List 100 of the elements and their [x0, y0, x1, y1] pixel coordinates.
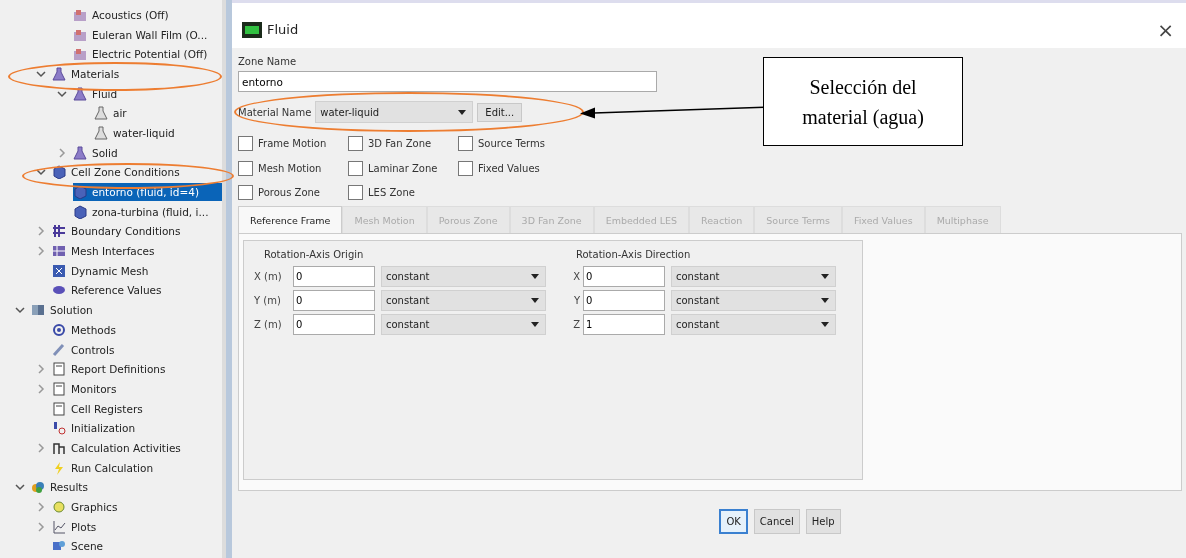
- chevron-down-icon[interactable]: [36, 167, 46, 178]
- checkbox[interactable]: [238, 136, 253, 151]
- flask-icon: [52, 66, 66, 81]
- checkbox-label: LES Zone: [368, 187, 415, 198]
- chevron-down-icon[interactable]: [15, 482, 25, 493]
- axis-label: Z (m): [254, 319, 283, 330]
- dialog-button[interactable]: Cancel: [753, 509, 800, 534]
- tree-item[interactable]: Cell Registers: [52, 399, 146, 418]
- tree-item[interactable]: Electric Potential (Off): [73, 45, 211, 64]
- document-icon: [52, 381, 66, 396]
- profile-dropdown[interactable]: constant: [381, 314, 546, 335]
- flask-icon: [94, 106, 108, 121]
- tree-item[interactable]: water-liquid: [94, 123, 178, 142]
- graphics-icon: [52, 500, 66, 515]
- tree-item[interactable]: Reference Values: [52, 281, 165, 300]
- chevron-right-icon[interactable]: [36, 502, 46, 513]
- tree-item[interactable]: Plots: [52, 517, 100, 536]
- tree-item[interactable]: Run Calculation: [52, 458, 157, 477]
- caret-icon: [821, 298, 829, 303]
- value-field[interactable]: 0: [583, 290, 665, 311]
- chevron-down-icon[interactable]: [57, 88, 67, 99]
- tree-item[interactable]: Euleran Wall Film (O...: [73, 25, 211, 44]
- tree-item[interactable]: Graphics: [52, 498, 121, 517]
- chevron-right-icon[interactable]: [36, 442, 46, 453]
- lightning-icon: [52, 460, 66, 475]
- tree-item[interactable]: Calculation Activities: [52, 438, 184, 457]
- axis-label: X: [572, 271, 580, 282]
- value-field[interactable]: 0: [293, 266, 375, 287]
- document-icon: [52, 401, 66, 416]
- profile-dropdown[interactable]: constant: [671, 266, 836, 287]
- tree-item[interactable]: Controls: [52, 340, 118, 359]
- tree-item[interactable]: Monitors: [52, 379, 120, 398]
- brush-icon: [52, 342, 66, 357]
- close-button[interactable]: ×: [1153, 17, 1178, 42]
- zone-name-field[interactable]: entorno: [238, 71, 657, 92]
- profile-dropdown[interactable]: constant: [381, 290, 546, 311]
- chevron-right-icon[interactable]: [36, 226, 46, 237]
- tree-item[interactable]: Acoustics (Off): [73, 5, 172, 24]
- chevron-right-icon[interactable]: [36, 383, 46, 394]
- dialog-button[interactable]: Help: [805, 509, 841, 534]
- checkbox[interactable]: [348, 136, 363, 151]
- checkbox[interactable]: [458, 160, 473, 176]
- chart-icon: [52, 519, 66, 534]
- group-title: Rotation-Axis Direction: [575, 249, 692, 262]
- caret-icon: [531, 298, 539, 303]
- chevron-right-icon[interactable]: [57, 147, 67, 158]
- tree-item[interactable]: Scene: [52, 537, 106, 556]
- checkbox-label: Source Terms: [478, 138, 545, 149]
- tree-item[interactable]: Materials: [52, 64, 123, 83]
- axis-label: Z: [572, 319, 580, 330]
- mesh-icon: [52, 263, 66, 278]
- checkbox-label: Laminar Zone: [368, 162, 438, 174]
- chevron-down-icon[interactable]: [36, 68, 46, 79]
- tree-item[interactable]: Methods: [52, 320, 119, 339]
- chevron-right-icon[interactable]: [36, 521, 46, 532]
- tab[interactable]: Reference Frame: [238, 206, 343, 233]
- checkbox[interactable]: [238, 160, 253, 176]
- profile-dropdown[interactable]: constant: [671, 290, 836, 311]
- tree-item[interactable]: Results: [31, 478, 91, 497]
- tree-item[interactable]: zona-turbina (fluid, i...: [73, 202, 212, 221]
- tree-item[interactable]: Dynamic Mesh: [52, 261, 152, 280]
- field-label: Zone Name: [238, 56, 298, 67]
- checkbox-label: Fixed Values: [478, 162, 540, 174]
- tree-item[interactable]: Report Definitions: [52, 360, 169, 379]
- checkbox-label: Porous Zone: [258, 187, 320, 198]
- edit-button[interactable]: Edit...: [477, 102, 523, 122]
- profile-dropdown[interactable]: constant: [381, 266, 546, 287]
- value-field[interactable]: 0: [293, 314, 375, 335]
- window-title: Fluid: [267, 22, 299, 37]
- checkbox[interactable]: [348, 160, 363, 176]
- tree-item[interactable]: Boundary Conditions: [52, 222, 184, 241]
- group-title: Rotation-Axis Origin: [263, 249, 365, 262]
- caret-icon: [821, 322, 829, 327]
- mesh-icon: [52, 244, 66, 259]
- tree-item[interactable]: Initialization: [52, 419, 139, 438]
- tree-item[interactable]: Fluid: [73, 84, 121, 103]
- checkbox[interactable]: [458, 136, 473, 151]
- tree-item[interactable]: Solid: [73, 143, 121, 162]
- tree-item[interactable]: Solution: [31, 301, 96, 320]
- checkbox[interactable]: [348, 185, 363, 200]
- flask-icon: [73, 86, 87, 101]
- material-dropdown[interactable]: water-liquid: [315, 101, 474, 123]
- axis-label: Y (m): [254, 295, 282, 306]
- tree-item[interactable]: air: [94, 104, 130, 123]
- checkbox[interactable]: [238, 185, 253, 200]
- chevron-right-icon[interactable]: [36, 364, 46, 375]
- value-field[interactable]: 0: [293, 290, 375, 311]
- value-field[interactable]: 0: [583, 266, 665, 287]
- profile-dropdown[interactable]: constant: [671, 314, 836, 335]
- value-field[interactable]: 1: [583, 314, 665, 335]
- checkbox-label: Frame Motion: [258, 138, 327, 149]
- chevron-right-icon[interactable]: [36, 246, 46, 257]
- tree-item[interactable]: entorno (fluid, id=4): [73, 183, 222, 202]
- dialog-button[interactable]: OK: [719, 509, 748, 534]
- checkbox-label: Mesh Motion: [258, 162, 322, 174]
- tree-item[interactable]: Cell Zone Conditions: [52, 163, 183, 182]
- caret-icon: [821, 274, 829, 279]
- tree-item[interactable]: Mesh Interfaces: [52, 242, 158, 261]
- chevron-down-icon[interactable]: [15, 305, 25, 316]
- annotation-callout: Selección del material (agua): [763, 57, 963, 146]
